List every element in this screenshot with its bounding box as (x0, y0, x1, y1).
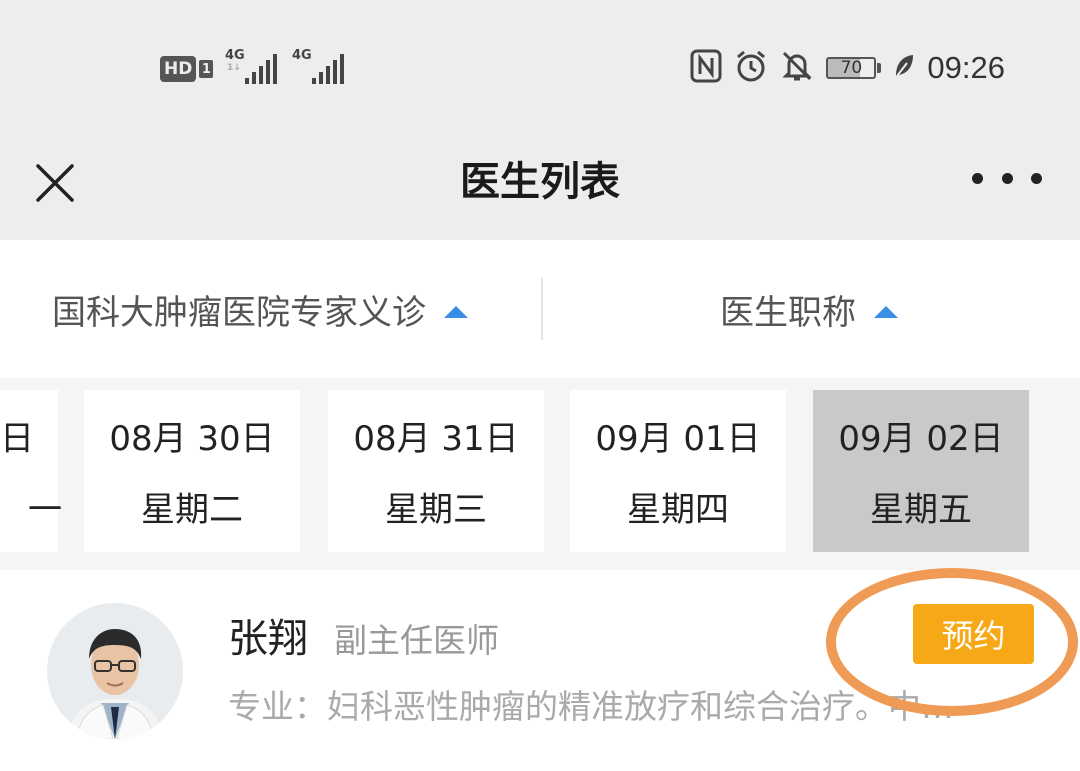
mute-icon (780, 49, 814, 87)
page-title: 医生列表 (460, 159, 620, 205)
alarm-icon (734, 49, 768, 87)
close-button[interactable] (26, 154, 84, 212)
dot-icon (1031, 172, 1042, 184)
weekday-label: 星期五 (870, 490, 972, 530)
filter-bar: 国科大肿瘤医院专家义诊 医生职称 (0, 240, 1080, 379)
sim-label: 1 (199, 60, 214, 78)
weekday-label: 星期二 (141, 490, 243, 530)
date-card[interactable]: 08月 31日 星期三 (328, 390, 544, 552)
date-label: 日 (0, 419, 34, 459)
hd-label: HD (160, 56, 197, 82)
nav-bar: 医生列表 (0, 130, 1080, 240)
hd-voice-indicator: HD 1 (160, 54, 214, 84)
signal-strength-icon: 4G 1↓ (225, 48, 285, 84)
network-type-label: 4G (225, 48, 245, 63)
filter-divider (541, 278, 543, 340)
date-card[interactable]: 09月 01日 星期四 (570, 390, 786, 552)
dot-icon (972, 172, 983, 184)
weekday-label: 星期三 (385, 490, 487, 530)
hospital-filter-label: 国科大肿瘤医院专家义诊 (52, 292, 426, 333)
caret-up-icon (874, 306, 898, 318)
doctor-avatar (47, 603, 183, 739)
date-card-selected[interactable]: 09月 02日 星期五 (813, 390, 1029, 552)
close-icon (36, 164, 74, 202)
doctor-title: 副主任医师 (334, 621, 499, 660)
status-bar: HD 1 4G 1↓ 4G 70 09:26 (0, 0, 1080, 130)
date-label: 09月 02日 (838, 419, 1004, 459)
nfc-icon (690, 49, 722, 87)
network-type-label: 4G (292, 48, 312, 63)
date-selector: 日 一 08月 30日 星期二 08月 31日 星期三 09月 01日 星期四 … (0, 378, 1080, 570)
weekday-label: 星期四 (627, 490, 729, 530)
clock-time: 09:26 (927, 50, 1005, 85)
battery-level: 70 (826, 57, 877, 79)
caret-up-icon (444, 306, 468, 318)
date-card[interactable]: 日 一 (0, 390, 62, 552)
dot-icon (1001, 172, 1013, 184)
hospital-filter-dropdown[interactable]: 国科大肿瘤医院专家义诊 (52, 240, 468, 378)
battery-icon: 70 (826, 57, 882, 79)
date-label: 09月 01日 (595, 419, 761, 459)
date-card[interactable]: 08月 30日 星期二 (84, 390, 300, 552)
date-label: 08月 30日 (109, 419, 275, 459)
doctor-list-item[interactable]: 张翔 副主任医师 专业：妇科恶性肿瘤的精准放疗和综合治疗。中… 预约 (0, 570, 1080, 771)
doctor-title-filter-dropdown[interactable]: 医生职称 (720, 240, 898, 378)
weekday-label: 一 (28, 490, 62, 530)
more-options-button[interactable] (972, 158, 1042, 198)
eco-leaf-icon (893, 53, 915, 83)
doctor-specialty: 专业：妇科恶性肿瘤的精准放疗和综合治疗。中… (228, 687, 954, 726)
book-appointment-button[interactable]: 预约 (913, 604, 1034, 664)
doctor-name: 张翔 (228, 616, 308, 662)
data-activity-label: 1↓ (227, 63, 241, 73)
doctor-title-filter-label: 医生职称 (720, 292, 856, 333)
signal-strength-icon: 4G (292, 48, 352, 84)
date-label: 08月 31日 (353, 419, 519, 459)
